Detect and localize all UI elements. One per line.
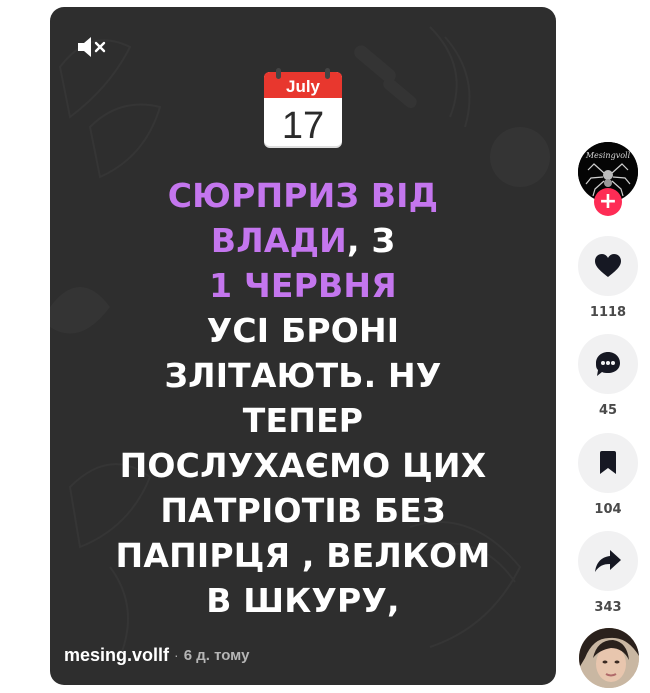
caption-line: СЮРПРИЗ ВІД (167, 176, 439, 215)
share-button[interactable] (578, 531, 638, 591)
comment-bubble-icon (596, 352, 620, 376)
video-meta: mesing.vollf · 6 д. тому (64, 643, 249, 667)
caption-line: ПАПІРЦЯ , ВЕЛКОМ (115, 536, 491, 575)
meta-separator: · (174, 647, 179, 663)
save-button[interactable] (578, 433, 638, 493)
sound-avatar[interactable] (579, 628, 639, 688)
caption-line: ТЕПЕР (242, 401, 364, 440)
like-count: 1118 (589, 305, 627, 320)
calendar-icon: July 17 (264, 68, 342, 148)
video-player[interactable]: July 17 СЮРПРИЗ ВІД ВЛАДИ, З 1 ЧЕРВНЯ УС… (50, 7, 556, 685)
svg-text:Mesingvoll: Mesingvoll (585, 151, 631, 160)
calendar-day: 17 (282, 105, 324, 147)
caption-line: ПАТРІОТІВ БЕЗ (160, 491, 446, 530)
caption-line: ВЛАДИ, З (50, 218, 556, 263)
comment-count: 45 (598, 403, 618, 418)
heart-icon (595, 254, 621, 277)
follow-button[interactable]: + (594, 188, 622, 216)
calendar-month: July (286, 77, 321, 96)
muted-speaker-icon[interactable] (74, 33, 108, 61)
like-button[interactable] (578, 236, 638, 296)
caption-text: , З (347, 221, 396, 260)
caption-line: 1 ЧЕРВНЯ (209, 266, 397, 305)
user-photo-icon (579, 628, 639, 688)
bookmark-icon (600, 451, 616, 474)
video-caption: СЮРПРИЗ ВІД ВЛАДИ, З 1 ЧЕРВНЯ УСІ БРОНІ … (50, 173, 556, 623)
caption-line: ЗЛІТАЮТЬ. НУ (164, 356, 442, 395)
save-count: 104 (594, 502, 622, 517)
post-time: 6 д. тому (183, 646, 250, 664)
caption-line: В ШКУРУ, (206, 581, 400, 620)
comment-button[interactable] (578, 334, 638, 394)
share-arrow-icon (595, 550, 621, 572)
caption-line: УСІ БРОНІ (206, 311, 400, 350)
author-username[interactable]: mesing.vollf (64, 645, 169, 666)
caption-highlight: ВЛАДИ (210, 221, 348, 260)
share-count: 343 (594, 600, 622, 615)
caption-line: ПОСЛУХАЄМО ЦИХ (119, 446, 487, 485)
